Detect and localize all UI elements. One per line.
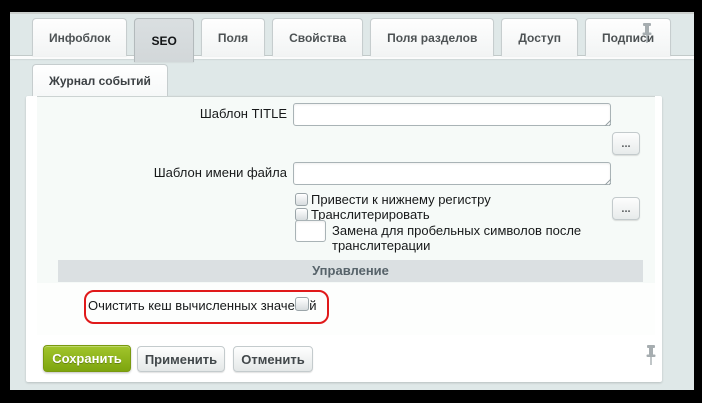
lowercase-checkbox[interactable] xyxy=(295,193,308,206)
tab-bar: Инфоблок SEO Поля Свойства Поля разделов… xyxy=(32,18,671,62)
pushpin-icon[interactable] xyxy=(640,22,654,46)
clear-cache-label: Очистить кеш вычисленных значений xyxy=(88,298,317,313)
tab-infoblock[interactable]: Инфоблок xyxy=(32,18,127,56)
section-header-management: Управление xyxy=(58,260,643,282)
filename-template-label: Шаблон имени файла xyxy=(37,165,287,180)
tab-access[interactable]: Доступ xyxy=(501,18,578,56)
lowercase-label: Привести к нижнему регистру xyxy=(311,192,491,207)
save-button[interactable]: Сохранить xyxy=(43,345,131,372)
tab-captions[interactable]: Подписи xyxy=(585,18,671,56)
tab-properties[interactable]: Свойства xyxy=(272,18,363,56)
filename-template-input[interactable] xyxy=(293,162,611,185)
filename-template-more-button[interactable]: ... xyxy=(612,197,640,220)
space-replacement-input[interactable] xyxy=(295,220,326,242)
space-replacement-label: Замена для пробельных символов после тра… xyxy=(332,223,655,253)
subtab-event-log[interactable]: Журнал событий xyxy=(32,64,168,96)
form-area: Шаблон TITLE ... Шаблон имени файла ... … xyxy=(37,96,655,334)
tab-section-fields[interactable]: Поля разделов xyxy=(370,18,494,56)
pushpin-icon[interactable] xyxy=(644,344,658,368)
admin-page: Инфоблок SEO Поля Свойства Поля разделов… xyxy=(10,12,694,390)
tab-fields[interactable]: Поля xyxy=(201,18,265,56)
transliterate-label: Транслитерировать xyxy=(311,207,430,222)
title-template-input[interactable] xyxy=(293,103,611,126)
title-template-label: Шаблон TITLE xyxy=(37,106,287,121)
screenshot-frame: Инфоблок SEO Поля Свойства Поля разделов… xyxy=(0,0,702,403)
title-template-more-button[interactable]: ... xyxy=(612,132,640,155)
clear-cache-checkbox[interactable] xyxy=(295,297,309,311)
form-card: Шаблон TITLE ... Шаблон имени файла ... … xyxy=(26,96,662,382)
apply-button[interactable]: Применить xyxy=(137,346,225,372)
tab-seo[interactable]: SEO xyxy=(134,18,193,62)
cancel-button[interactable]: Отменить xyxy=(233,346,313,372)
